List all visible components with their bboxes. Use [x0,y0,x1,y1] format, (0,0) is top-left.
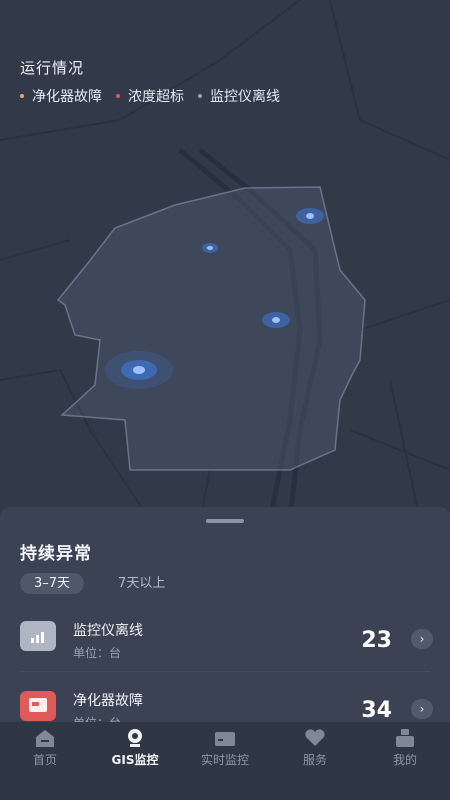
panel-title: 持续异常 [20,544,92,564]
row-value: 23 [361,628,392,653]
user-icon [394,728,416,748]
bottom-nav: 首页 GIS监控 实时监控 服务 我的 [0,722,450,800]
home-icon [34,728,56,748]
heart-icon [304,728,326,748]
gis-map[interactable]: 运行情况 净化器故障 浓度超标 监控仪离线 [0,0,450,520]
nav-label: 服务 [302,753,327,767]
nav-item-mine[interactable]: 我的 [360,722,450,800]
status-title: 运行情况 [20,59,85,77]
district-area [56,186,366,471]
chevron-right-icon[interactable]: › [411,699,433,719]
monitor-icon [214,728,236,748]
nav-label: 实时监控 [200,753,249,767]
nav-item-service[interactable]: 服务 [270,722,360,800]
row-unit: 单位：台 [73,714,121,722]
row-name: 净化器故障 [73,693,143,709]
monitor-point [296,208,324,224]
monitor-point [262,312,290,328]
tab-over-7-days[interactable]: 7天以上 [104,573,179,594]
legend-dot [20,94,24,98]
legend-label: 浓度超标 [128,89,184,105]
row-unit: 单位：台 [73,646,122,660]
anomaly-panel: 持续异常 3–7天 7天以上 监控仪离线 单位：台 23 › 净化器故障 单位：… [0,507,450,722]
monitor-point [202,243,218,253]
legend-item: 监控仪离线 [198,86,280,106]
legend-item: 净化器故障 [20,86,102,106]
signal-icon [20,621,56,651]
divider [20,671,430,672]
drag-handle[interactable] [206,519,244,523]
nav-label: GIS监控 [111,753,159,767]
nav-item-home[interactable]: 首页 [0,722,90,800]
status-legend: 净化器故障 浓度超标 监控仪离线 [20,86,294,106]
row-value: 34 [361,698,392,722]
legend-dot [198,94,202,98]
legend-dot [116,94,120,98]
monitor-point-large [105,351,173,389]
camera-icon [124,728,146,748]
nav-label: 首页 [32,753,57,767]
legend-label: 净化器故障 [32,89,102,105]
list-item[interactable]: 监控仪离线 单位：台 23 › [0,613,450,673]
chevron-right-icon[interactable]: › [411,629,433,649]
legend-item: 浓度超标 [116,86,184,106]
tab-3-7-days[interactable]: 3–7天 [20,573,85,594]
status-overview: 运行情况 净化器故障 浓度超标 监控仪离线 [20,57,294,106]
legend-label: 监控仪离线 [210,89,280,105]
list-item[interactable]: 净化器故障 单位：台 34 › [0,683,450,722]
purifier-icon [20,691,56,721]
nav-item-gis[interactable]: GIS监控 [90,722,180,800]
row-name: 监控仪离线 [73,623,143,639]
nav-label: 我的 [392,753,417,767]
nav-item-realtime[interactable]: 实时监控 [180,722,270,800]
duration-tabs: 3–7天 7天以上 [20,573,199,594]
